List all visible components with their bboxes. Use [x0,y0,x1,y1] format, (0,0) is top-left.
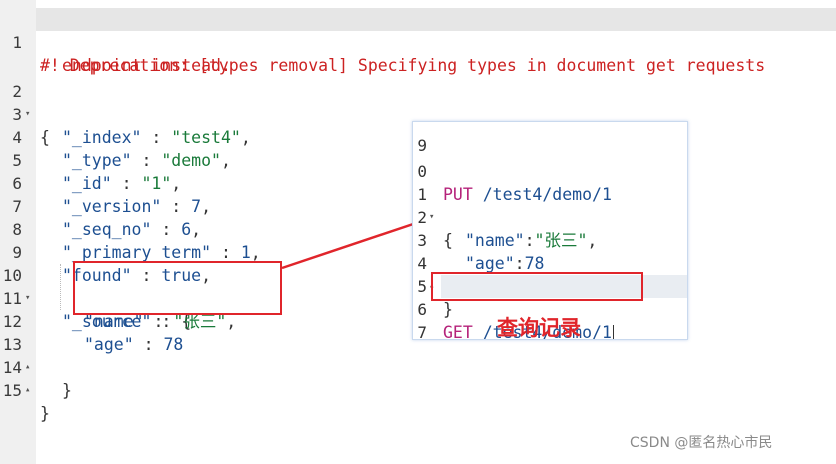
panel-line: 2 "name":"张三", [413,183,687,250]
request-editor-panel[interactable]: 9 0 PUT /test4/demo/1 1 ▾ { 2 "name":"张三… [412,121,688,340]
annotation-caption: 查询记录 [497,316,581,340]
panel-line: 4 ▴ } [413,229,687,319]
panel-line-put: 0 PUT /test4/demo/1 [413,137,687,204]
panel-line: 9 [413,122,687,155]
panel-line: 1 ▾ { [413,160,687,250]
highlight-box-get-request [431,272,643,301]
panel-line: 3 "age":78 [413,206,687,273]
watermark: CSDN @匿名热心市民 [630,435,773,451]
